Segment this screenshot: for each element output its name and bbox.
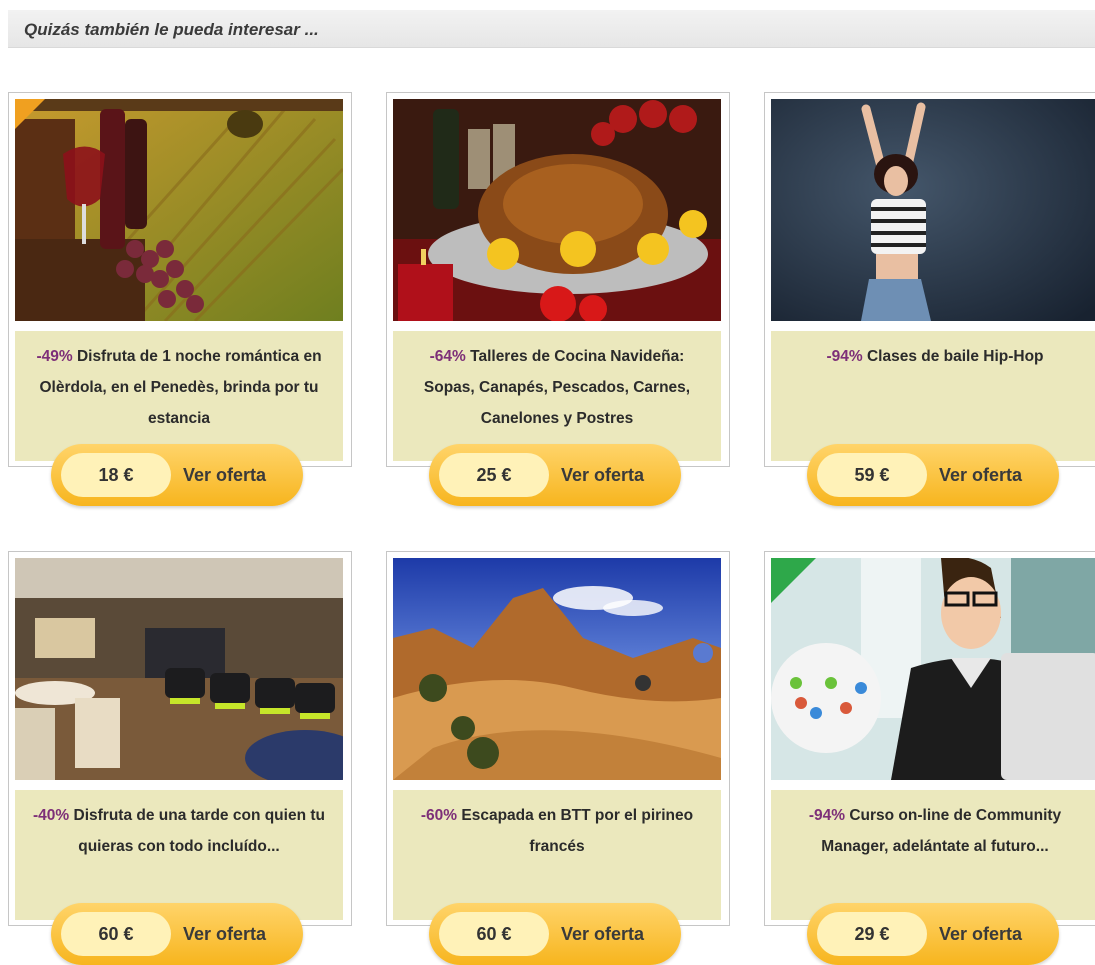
offer-price-badge[interactable]: 60 € Ver oferta [429, 903, 681, 965]
offer-description: -40% Disfruta de una tarde con quien tu … [15, 790, 343, 920]
price-label: 25 € [439, 453, 549, 497]
offer-text: Disfruta de una tarde con quien tu quier… [73, 807, 325, 855]
offer-image-community-manager[interactable] [771, 558, 1095, 780]
offer-image-dancer[interactable] [771, 99, 1095, 321]
offer-text: Clases de baile Hip-Hop [866, 348, 1044, 365]
offer-price-badge[interactable]: 18 € Ver oferta [51, 444, 303, 506]
offer-description: -94% Clases de baile Hip-Hop [771, 331, 1095, 461]
section-title: Quizás también le pueda interesar ... [24, 20, 319, 39]
price-label: 60 € [61, 912, 171, 956]
offer-image-wine[interactable] [15, 99, 343, 321]
see-offer-button[interactable]: Ver oferta [561, 903, 644, 965]
see-offer-button[interactable]: Ver oferta [561, 444, 644, 506]
price-label: 29 € [817, 912, 927, 956]
offer-text: Escapada en BTT por el pirineo francés [461, 807, 694, 855]
section-header: Quizás también le pueda interesar ... [8, 10, 1095, 48]
offer-price-badge[interactable]: 25 € Ver oferta [429, 444, 681, 506]
offer-card[interactable]: -94% Curso on-line de Community Manager,… [764, 551, 1095, 926]
offer-price-badge[interactable]: 60 € Ver oferta [51, 903, 303, 965]
offer-card[interactable]: -49% Disfruta de 1 noche romántica en Ol… [8, 92, 352, 467]
discount-label: -40% [33, 807, 70, 824]
offer-description: -49% Disfruta de 1 noche romántica en Ol… [15, 331, 343, 461]
offer-text: Disfruta de 1 noche romántica en Olèrdol… [39, 348, 322, 427]
see-offer-button[interactable]: Ver oferta [939, 444, 1022, 506]
offer-price-badge[interactable]: 29 € Ver oferta [807, 903, 1059, 965]
offer-description: -94% Curso on-line de Community Manager,… [771, 790, 1095, 920]
offer-image-desert[interactable] [393, 558, 721, 780]
offer-card[interactable]: -40% Disfruta de una tarde con quien tu … [8, 551, 352, 926]
discount-label: -49% [36, 348, 73, 365]
offer-card[interactable]: -64% Talleres de Cocina Navideña: Sopas,… [386, 92, 730, 467]
price-label: 18 € [61, 453, 171, 497]
price-label: 59 € [817, 453, 927, 497]
offer-card[interactable]: -94% Clases de baile Hip-Hop [764, 92, 1095, 467]
offer-price-badge[interactable]: 59 € Ver oferta [807, 444, 1059, 506]
discount-label: -94% [826, 348, 863, 365]
discount-label: -60% [420, 807, 458, 824]
see-offer-button[interactable]: Ver oferta [183, 903, 266, 965]
offer-description: -64% Talleres de Cocina Navideña: Sopas,… [393, 331, 721, 461]
offer-text: Curso on-line de Community Manager, adel… [821, 807, 1062, 855]
see-offer-button[interactable]: Ver oferta [183, 444, 266, 506]
discount-label: -64% [429, 348, 466, 365]
price-label: 60 € [439, 912, 549, 956]
offer-description: -60% Escapada en BTT por el pirineo fran… [393, 790, 721, 920]
offer-card[interactable]: -60% Escapada en BTT por el pirineo fran… [386, 551, 730, 926]
offer-image-lounge[interactable] [15, 558, 343, 780]
discount-label: -94% [808, 807, 846, 824]
offer-image-turkey[interactable] [393, 99, 721, 321]
see-offer-button[interactable]: Ver oferta [939, 903, 1022, 965]
